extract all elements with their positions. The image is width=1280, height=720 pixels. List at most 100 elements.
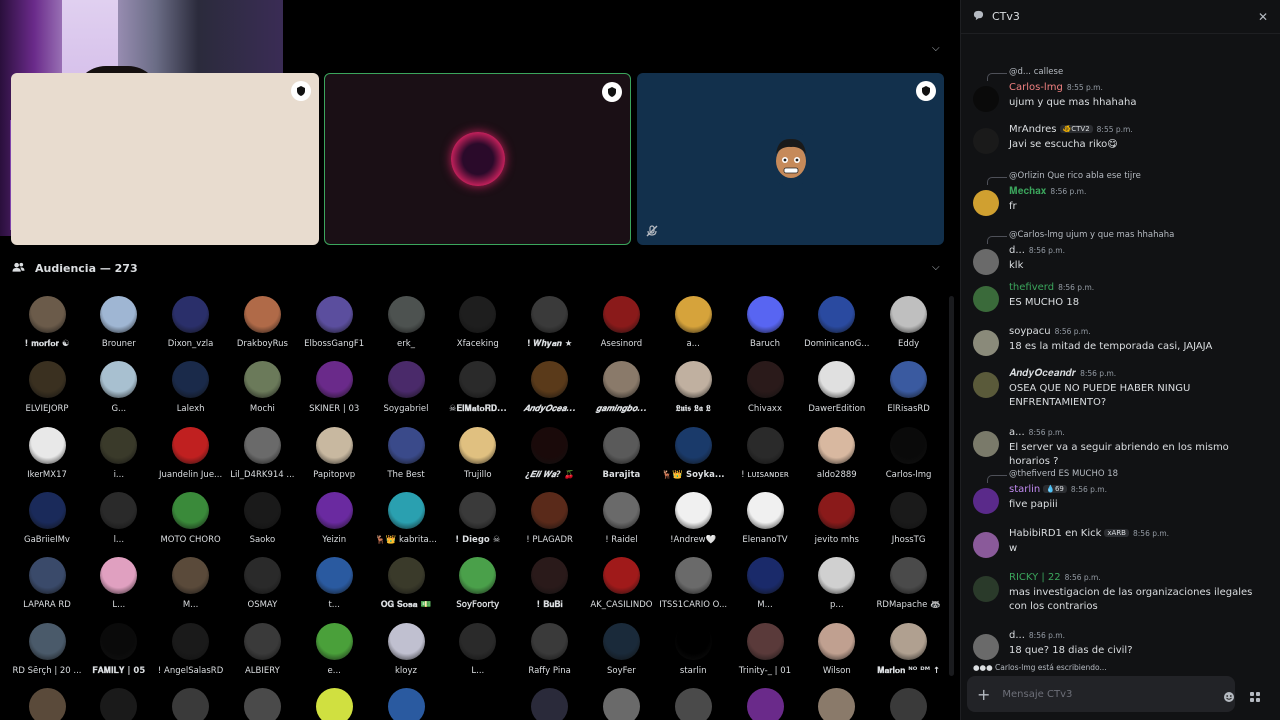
avatar[interactable]	[973, 286, 999, 312]
audience-member[interactable]	[514, 684, 586, 720]
avatar[interactable]	[973, 249, 999, 275]
audience-member[interactable]: ITSS1CARIO O...	[657, 553, 729, 617]
audience-member[interactable]: 𝐅𝐀𝐌𝐈𝐋𝐘 | 05	[83, 619, 155, 683]
audience-member[interactable]: DominicanoG...	[801, 292, 873, 356]
audience-member[interactable]: ElRisasRD	[873, 357, 945, 421]
participant-tile-3[interactable]	[637, 73, 944, 245]
audience-member[interactable]: Mochi	[226, 357, 298, 421]
audience-member[interactable]: AK_CASILINDO	[585, 553, 657, 617]
audience-member[interactable]: RDMapache 🦝	[873, 553, 945, 617]
avatar[interactable]	[973, 488, 999, 514]
audience-member[interactable]: !Andrew🤍	[657, 488, 729, 552]
audience-member[interactable]: aldo2889	[801, 423, 873, 487]
audience-member[interactable]: Papitopvp	[298, 423, 370, 487]
audience-member[interactable]	[155, 684, 227, 720]
audience-member[interactable]: 𝑨𝒏𝒅𝒚𝑶𝒄𝒆𝒂...	[514, 357, 586, 421]
audience-member[interactable]	[11, 684, 83, 720]
audience-member[interactable]: Lalexh	[155, 357, 227, 421]
audience-member[interactable]: ! AngelSalasRD	[155, 619, 227, 683]
audience-member[interactable]	[585, 684, 657, 720]
audience-member[interactable]: Chivaxx	[729, 357, 801, 421]
audience-member[interactable]: ! PLAGADR	[514, 488, 586, 552]
audience-member[interactable]: l...	[83, 488, 155, 552]
audience-member[interactable]: G...	[83, 357, 155, 421]
audience-member[interactable]: p...	[801, 553, 873, 617]
avatar[interactable]	[973, 86, 999, 112]
audience-member[interactable]: ! 𝐦𝐨𝐫𝐟𝐨𝐫 ☯	[11, 292, 83, 356]
audience-member[interactable]: M...	[155, 553, 227, 617]
message-author[interactable]: d... 8:56 p.m.	[1009, 630, 1065, 641]
audience-member[interactable]: ELVIEJORP	[11, 357, 83, 421]
audience-member[interactable]: GaBriieIMv	[11, 488, 83, 552]
message-author[interactable]: 𝐌𝐞𝐜𝐡𝐚𝐱 8:56 p.m.	[1009, 186, 1086, 197]
audience-member[interactable]: ! Diego ☠	[442, 488, 514, 552]
author-name[interactable]: RICKY | 22	[1009, 572, 1061, 583]
audience-member[interactable]	[83, 684, 155, 720]
audience-member[interactable]: Asesinord	[585, 292, 657, 356]
reply-preview[interactable]: @Orlizin Que rico abla ese tijre	[987, 171, 1141, 185]
audience-member[interactable]: MOTO CHORO	[155, 488, 227, 552]
audience-member[interactable]: Eddy	[873, 292, 945, 356]
audience-member[interactable]: OSMAY	[226, 553, 298, 617]
author-name[interactable]: soypacu	[1009, 326, 1051, 337]
message-input[interactable]: + Mensaje CTv3	[967, 676, 1235, 712]
avatar[interactable]	[973, 431, 999, 457]
audience-member[interactable]: kloyz	[370, 619, 442, 683]
audience-member[interactable]: Lil_D4RK914 ...	[226, 423, 298, 487]
author-name[interactable]: 𝐌𝐞𝐜𝐡𝐚𝐱	[1009, 186, 1046, 197]
message-author[interactable]: a... 8:56 p.m.	[1009, 427, 1065, 438]
audience-member[interactable]: The Best	[370, 423, 442, 487]
audience-scrollbar[interactable]	[949, 296, 954, 676]
audience-member[interactable]: ElenanoTV	[729, 488, 801, 552]
audience-member[interactable]	[657, 684, 729, 720]
audience-member[interactable]: ! 𝐁𝐮𝐁𝐢	[514, 553, 586, 617]
audience-member[interactable]: Trinity-_ | 01	[729, 619, 801, 683]
author-name[interactable]: a...	[1009, 427, 1025, 438]
audience-member[interactable]: e...	[298, 619, 370, 683]
author-name[interactable]: thefiverd	[1009, 282, 1054, 293]
reply-preview[interactable]: @thefiverd ES MUCHO 18	[987, 469, 1118, 483]
audience-member[interactable]: erk_	[370, 292, 442, 356]
message-author[interactable]: HabibiRD1 en Kick xARB 8:56 p.m.	[1009, 528, 1169, 539]
author-name[interactable]: d...	[1009, 245, 1025, 256]
audience-member[interactable]: ¿𝑬𝒍𝒊 𝑾𝒂? 🍒	[514, 423, 586, 487]
audience-member[interactable]: L...	[442, 619, 514, 683]
audience-member[interactable]: Trujillo	[442, 423, 514, 487]
audience-member[interactable]	[370, 684, 442, 720]
audience-member[interactable]: Carlos-lmg	[873, 423, 945, 487]
audience-member[interactable]: starlin	[657, 619, 729, 683]
audience-member[interactable]: SoyFer	[585, 619, 657, 683]
audience-member[interactable]: Wilson	[801, 619, 873, 683]
audience-member[interactable]	[298, 684, 370, 720]
audience-member[interactable]: 🦌👑 kabrita...	[370, 488, 442, 552]
audience-member[interactable]: i...	[83, 423, 155, 487]
audience-member[interactable]: jevito mhs	[801, 488, 873, 552]
audience-member[interactable]: Yeizin	[298, 488, 370, 552]
author-name[interactable]: starlin	[1009, 484, 1040, 495]
audience-member[interactable]: Brouner	[83, 292, 155, 356]
avatar[interactable]	[973, 128, 999, 154]
audience-member[interactable]: 𝐎𝐆 𝐒𝐨𝐬𝐚 💵	[370, 553, 442, 617]
audience-member[interactable]: SKINER | 03	[298, 357, 370, 421]
apps-icon[interactable]	[1249, 688, 1261, 702]
audience-member[interactable]: DawerEdition	[801, 357, 873, 421]
audience-member[interactable]: Juandelin Jue...	[155, 423, 227, 487]
author-name[interactable]: Carlos-lmg	[1009, 82, 1063, 93]
avatar[interactable]	[973, 372, 999, 398]
message-author[interactable]: Carlos-lmg 8:55 p.m.	[1009, 82, 1103, 93]
reply-preview[interactable]: @Carlos-lmg ujum y que mas hhahaha	[987, 230, 1174, 244]
message-author[interactable]: d... 8:56 p.m.	[1009, 245, 1065, 256]
audience-member[interactable]: Soygabriel	[370, 357, 442, 421]
close-icon[interactable]: ✕	[1258, 10, 1268, 24]
avatar[interactable]	[973, 634, 999, 660]
audience-member[interactable]: ElbossGangF1	[298, 292, 370, 356]
reply-preview[interactable]: @d... callese	[987, 67, 1063, 81]
author-name[interactable]: MrAndres	[1009, 124, 1057, 135]
audience-member[interactable]: L...	[83, 553, 155, 617]
message-author[interactable]: thefiverd 8:56 p.m.	[1009, 282, 1094, 293]
participant-tile-1[interactable]	[11, 73, 319, 245]
emoji-icon[interactable]	[1223, 688, 1235, 702]
audience-member[interactable]: ! ʟᴜɪꜱᴀɴᴅᴇʀ	[729, 423, 801, 487]
author-name[interactable]: 𝑨𝒏𝒅𝒚𝑶𝒄𝒆𝒂𝒏𝒅𝒓	[1009, 368, 1076, 379]
audience-member[interactable]: Saoko	[226, 488, 298, 552]
